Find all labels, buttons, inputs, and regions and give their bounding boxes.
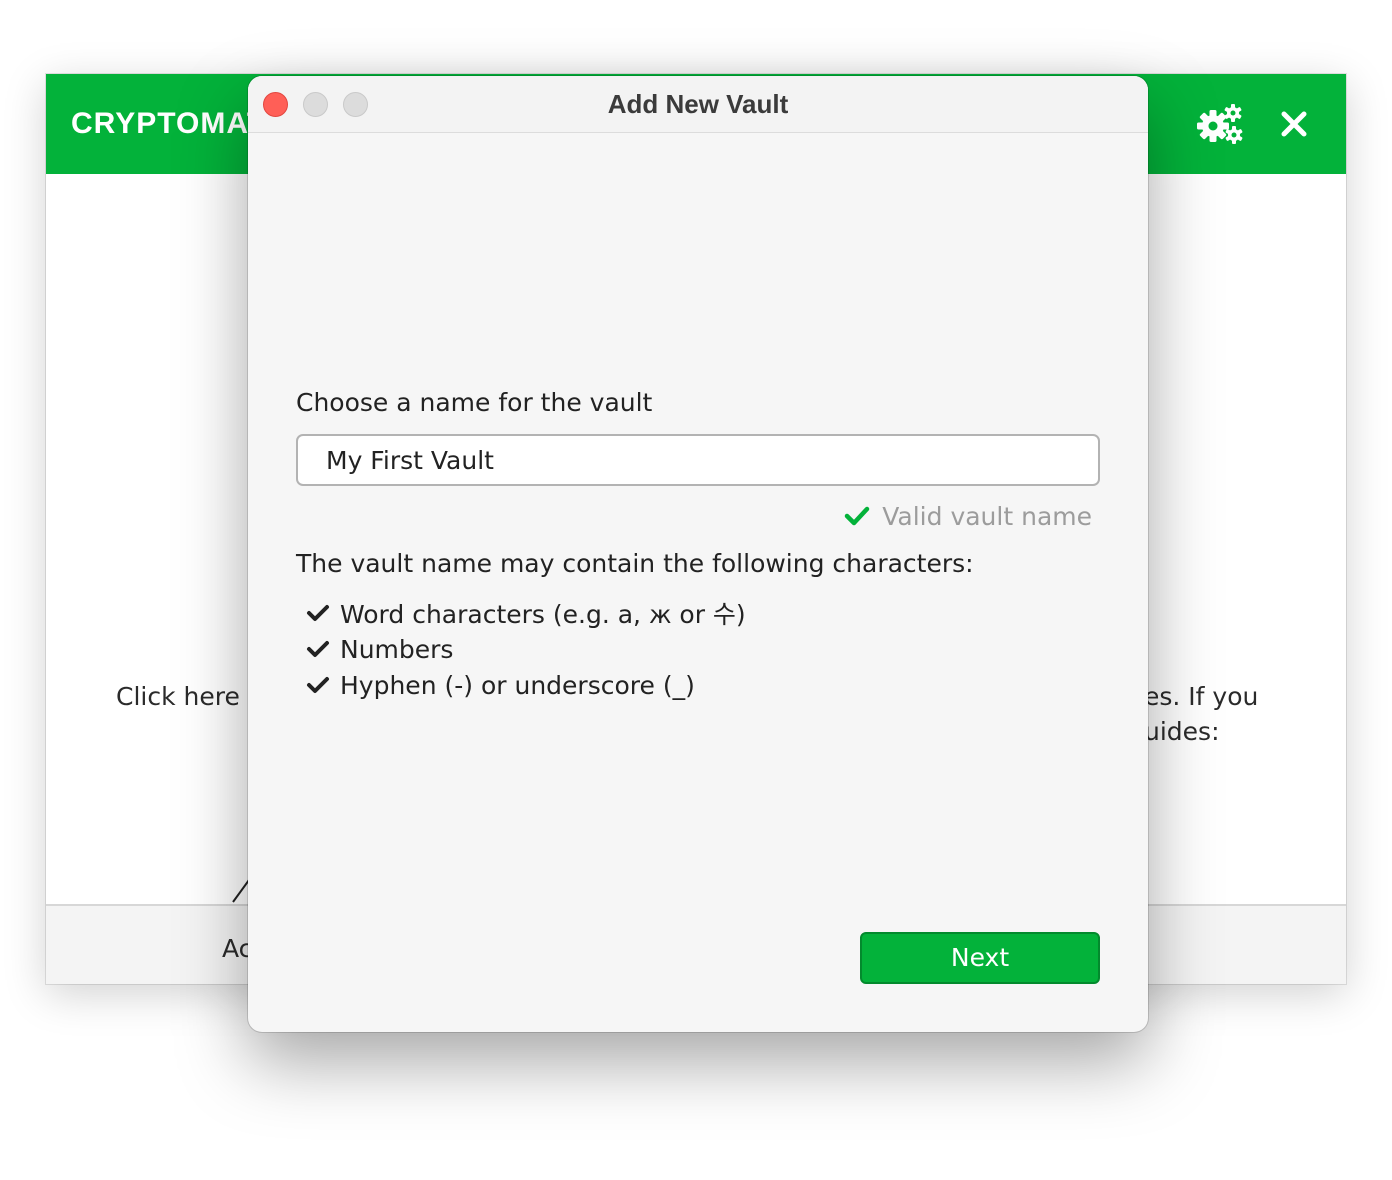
dialog-title: Add New Vault: [607, 89, 789, 119]
gears-icon: [1197, 104, 1243, 144]
check-icon: [845, 506, 870, 526]
close-app-button[interactable]: [1276, 104, 1312, 144]
rules-list: Word characters (e.g. a, ж or 수) Numbers…: [306, 595, 746, 703]
rule-text: Word characters (e.g. a, ж or 수): [340, 600, 746, 629]
vault-name-label: Choose a name for the vault: [296, 388, 653, 417]
list-item: Hyphen (-) or underscore (_): [306, 667, 746, 703]
add-vault-dialog: Add New Vault Choose a name for the vaul…: [248, 76, 1148, 1032]
check-icon: [307, 605, 329, 621]
list-item: Word characters (e.g. a, ж or 수): [306, 595, 746, 631]
check-icon: [307, 641, 329, 657]
welcome-text-right-line2: uides:: [1144, 717, 1220, 746]
check-icon: [307, 677, 329, 693]
rule-text: Numbers: [340, 634, 454, 664]
app-logo-text: CRYPTOMAT: [71, 107, 267, 140]
settings-button[interactable]: [1196, 102, 1244, 146]
dialog-titlebar[interactable]: Add New Vault: [248, 76, 1148, 133]
close-icon: [1281, 111, 1307, 137]
welcome-text-left: Click here t: [116, 682, 258, 711]
next-button[interactable]: Next: [860, 932, 1100, 984]
rule-text: Hyphen (-) or underscore (_): [340, 670, 695, 700]
validation-message: Valid vault name: [844, 500, 1092, 532]
rules-heading: The vault name may contain the following…: [296, 549, 974, 578]
list-item: Numbers: [306, 631, 746, 667]
validation-text: Valid vault name: [882, 501, 1092, 531]
welcome-text-right-line1: es. If you: [1144, 682, 1259, 711]
vault-name-input[interactable]: [296, 434, 1100, 486]
